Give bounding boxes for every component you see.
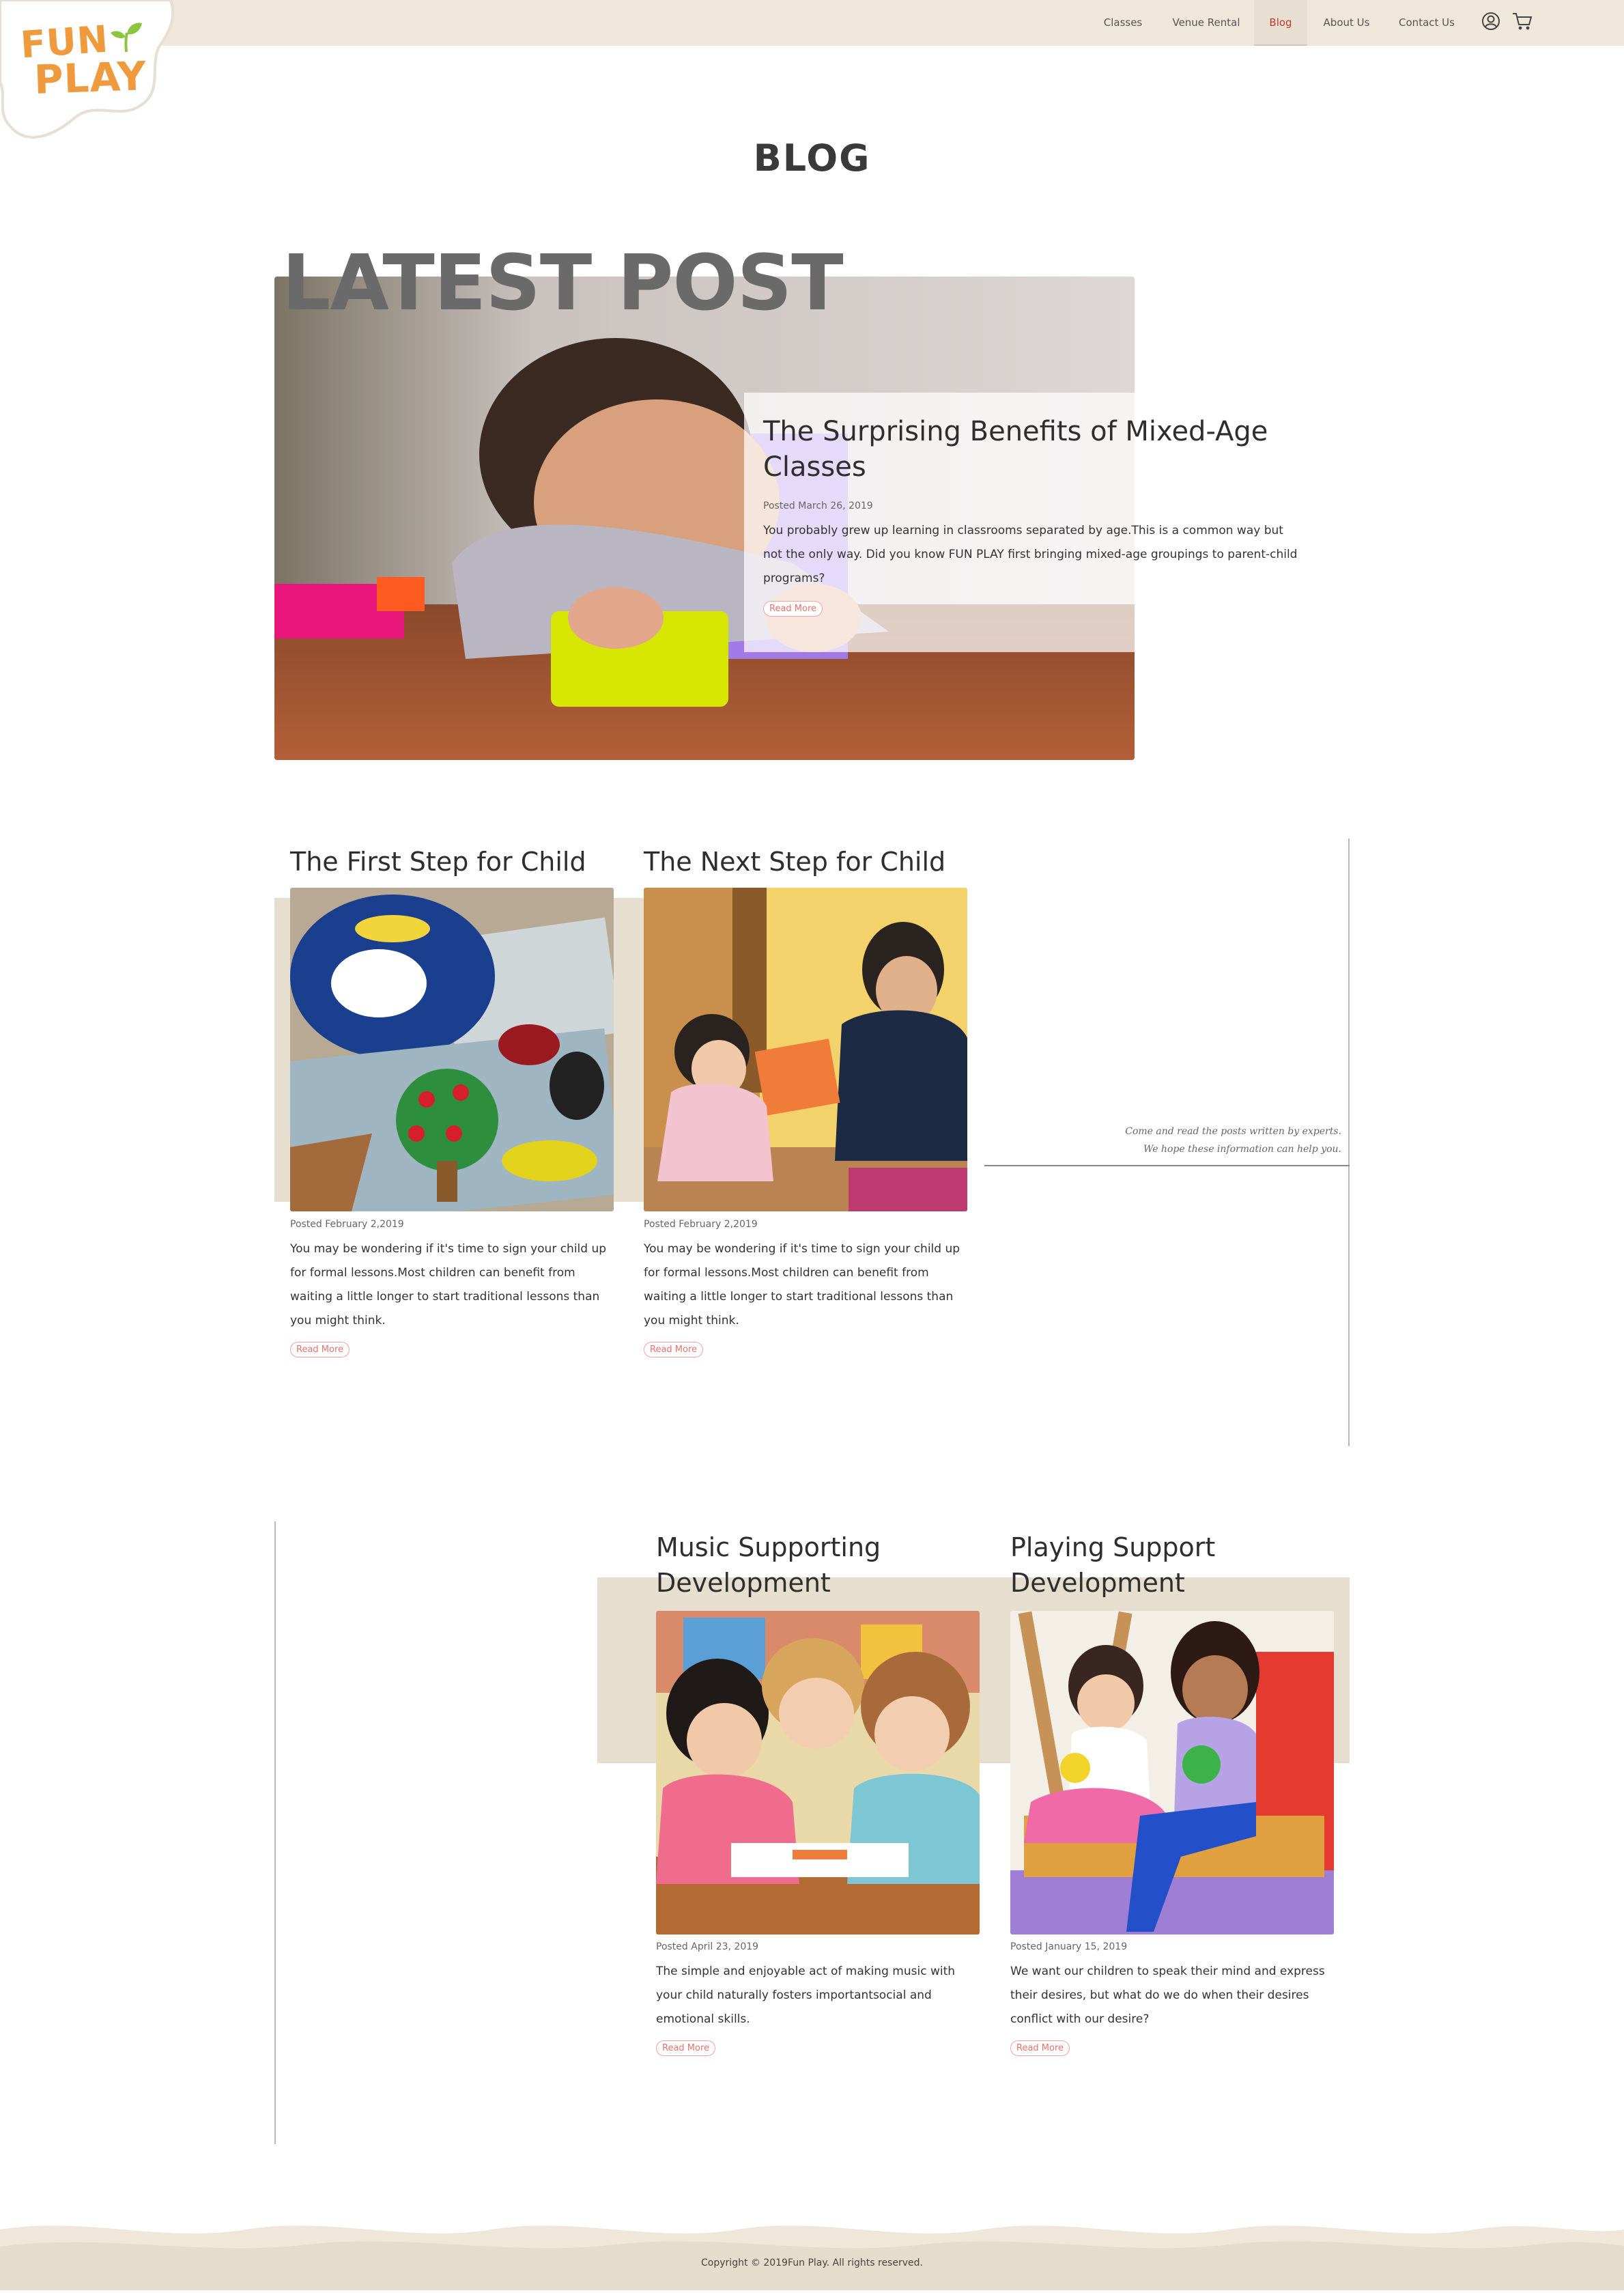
nav-venue-rental[interactable]: Venue Rental xyxy=(1165,0,1247,46)
row2-left-divider xyxy=(274,1521,276,2144)
user-account-icon[interactable] xyxy=(1481,11,1501,34)
page-title: BLOG xyxy=(753,137,871,180)
row1-quote-divider xyxy=(984,1165,1350,1166)
section-heading-latest-post: LATEST POST xyxy=(282,239,844,328)
post-image-reading-together[interactable] xyxy=(644,888,967,1211)
nav-blog[interactable]: Blog xyxy=(1254,0,1307,46)
post-excerpt: You may be wondering if it's time to sig… xyxy=(290,1242,607,1327)
read-more-button[interactable]: Read More xyxy=(656,2040,716,2056)
post-excerpt: You may be wondering if it's time to sig… xyxy=(644,1242,960,1327)
hero-read-more-button[interactable]: Read More xyxy=(763,601,823,617)
hero-post-excerpt: You probably grew up learning in classro… xyxy=(763,524,1298,585)
footer-wave xyxy=(0,2216,1624,2290)
post-image-felt-toys[interactable] xyxy=(290,888,614,1211)
cart-icon[interactable] xyxy=(1511,11,1533,34)
row1-right-divider xyxy=(1348,839,1350,1446)
post-date: Posted April 23, 2019 xyxy=(656,1941,759,1952)
post-excerpt: The simple and enjoyable act of making m… xyxy=(656,1965,956,2026)
post-image-children-drawing[interactable] xyxy=(656,1611,980,1935)
post-date: Posted January 15, 2019 xyxy=(1010,1941,1128,1952)
hero-post-date: Posted March 26, 2019 xyxy=(763,501,873,511)
quote-line-2: We hope these information can help you. xyxy=(1143,1144,1341,1155)
logo-sprout-icon xyxy=(109,19,143,56)
nav-about-us[interactable]: About Us xyxy=(1314,0,1379,46)
post-excerpt: We want our children to speak their mind… xyxy=(1010,1965,1325,2026)
read-more-button[interactable]: Read More xyxy=(1010,2040,1070,2056)
quote-line-1: Come and read the posts written by exper… xyxy=(1125,1126,1341,1137)
hero-post-title[interactable]: The Surprising Benefits of Mixed-Age Cla… xyxy=(763,414,1350,485)
post-image-toddlers-playing[interactable] xyxy=(1010,1611,1334,1935)
read-more-button[interactable]: Read More xyxy=(644,1342,704,1357)
read-more-button[interactable]: Read More xyxy=(290,1342,350,1357)
top-nav-bar xyxy=(0,0,1624,46)
post-title[interactable]: Playing Support Development xyxy=(1010,1530,1311,1601)
post-title[interactable]: Music Supporting Development xyxy=(656,1530,956,1601)
post-date: Posted February 2,2019 xyxy=(290,1219,404,1230)
footer-copyright: Copyright © 2019Fun Play. All rights res… xyxy=(701,2257,923,2268)
nav-contact-us[interactable]: Contact Us xyxy=(1389,0,1464,46)
logo-text-play[interactable]: PLAY xyxy=(33,53,147,103)
post-date: Posted February 2,2019 xyxy=(644,1219,758,1230)
nav-classes[interactable]: Classes xyxy=(1092,0,1154,46)
post-title[interactable]: The Next Step for Child xyxy=(644,844,945,880)
post-title[interactable]: The First Step for Child xyxy=(290,844,586,880)
